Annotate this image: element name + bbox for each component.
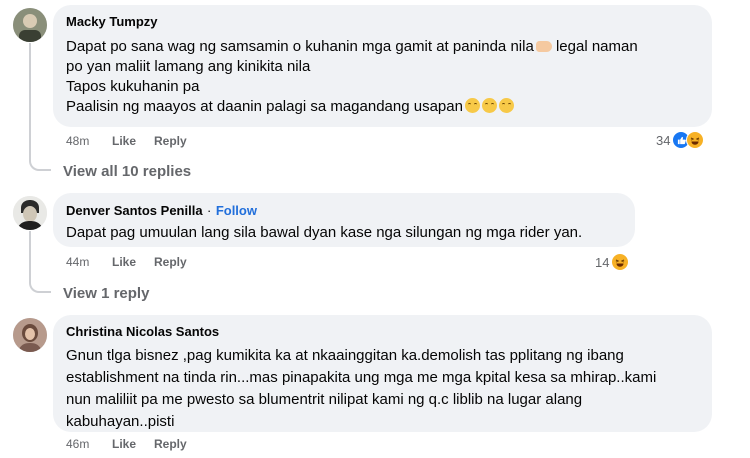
like-button[interactable]: Like [112, 255, 154, 269]
comment-timestamp[interactable]: 48m [66, 134, 112, 148]
reaction-count: 14 [595, 254, 610, 270]
smile-emoji-icon [481, 98, 497, 113]
comment-actions: 44m Like Reply [66, 255, 187, 269]
haha-icon [611, 253, 630, 271]
reply-button[interactable]: Reply [154, 255, 187, 269]
comment-line-suffix: legal naman [551, 38, 638, 55]
comment-header: Denver Santos Penilla · Follow [66, 202, 623, 220]
reply-button[interactable]: Reply [154, 437, 187, 451]
comment-line: establishment na tinda rin...mas pinapak… [66, 369, 657, 386]
comment-text: Dapat po sana wag ng samsamin o kuhanin … [66, 37, 700, 117]
comment-actions: 46m Like Reply [66, 437, 187, 451]
smile-emoji-icon [464, 98, 480, 113]
comment-timestamp[interactable]: 46m [66, 437, 112, 451]
comment-line: po yan maliit lamang ang kinikita nila [66, 58, 311, 75]
comment-bubble: Christina Nicolas Santos Gnun tlga bisne… [53, 315, 712, 432]
haha-icon [686, 131, 705, 149]
comment-bubble: Denver Santos Penilla · Follow Dapat pag… [53, 193, 635, 247]
like-button[interactable]: Like [112, 134, 154, 148]
reaction-count: 34 [656, 132, 671, 148]
separator-dot: · [207, 203, 212, 218]
smile-emoji-icon [498, 98, 514, 113]
comment-line: Dapat po sana wag ng samsamin o kuhanin … [66, 38, 534, 55]
comment-text: Dapat pag umuulan lang sila bawal dyan k… [66, 223, 623, 243]
comment-timestamp[interactable]: 44m [66, 255, 112, 269]
view-replies-link[interactable]: View 1 reply [63, 285, 149, 302]
comment-actions: 48m Like Reply [66, 134, 187, 148]
follow-button[interactable]: Follow [216, 203, 257, 218]
reaction-summary[interactable]: 14 [595, 253, 630, 271]
avatar[interactable] [13, 8, 47, 42]
like-button[interactable]: Like [112, 437, 154, 451]
comment-line: Tapos kukuhanin pa [66, 78, 200, 95]
thread-connector [29, 43, 51, 171]
comment-author[interactable]: Denver Santos Penilla [66, 203, 203, 218]
avatar[interactable] [13, 318, 47, 352]
reaction-summary[interactable]: 34 [656, 131, 705, 149]
comment-line: Paalisin ng maayos at daanin palagi sa m… [66, 98, 463, 115]
comment-line: Dapat pag umuulan lang sila bawal dyan k… [66, 224, 583, 241]
hand-emoji-icon [535, 41, 552, 52]
comment-author[interactable]: Christina Nicolas Santos [66, 324, 219, 339]
avatar[interactable] [13, 196, 47, 230]
reply-button[interactable]: Reply [154, 134, 187, 148]
comment-text: Gnun tlga bisnez ,pag kumikita ka at nka… [66, 345, 700, 433]
comment-line: Gnun tlga bisnez ,pag kumikita ka at nka… [66, 347, 624, 364]
comment-line: nun maliliit pa me pwesto sa blumentrit … [66, 391, 583, 408]
view-replies-link[interactable]: View all 10 replies [63, 163, 191, 180]
comment-line: kabuhayan..pisti [66, 413, 175, 430]
thread-connector [29, 231, 51, 293]
comment-author[interactable]: Macky Tumpzy [66, 14, 158, 29]
comment-bubble: Macky Tumpzy Dapat po sana wag ng samsam… [53, 5, 712, 127]
